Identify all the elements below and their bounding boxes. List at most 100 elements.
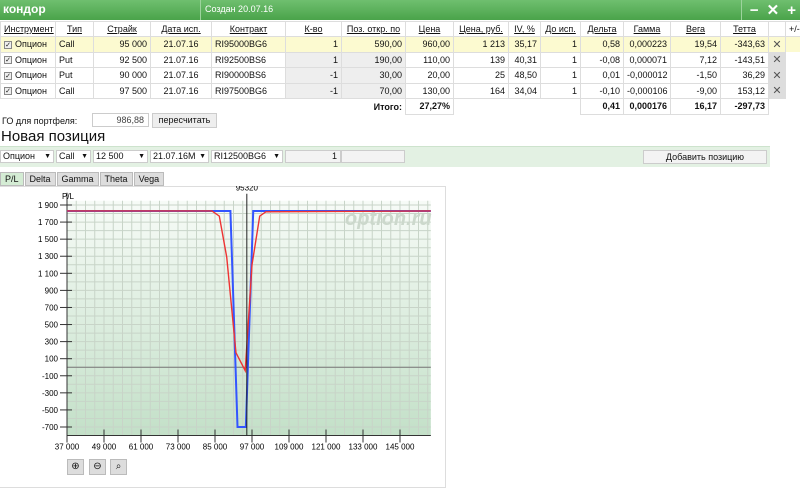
tab-delta[interactable]: Delta <box>24 172 56 186</box>
recalculate-button[interactable]: пересчитать <box>152 113 217 128</box>
add-position-button[interactable]: Добавить позицию <box>643 150 767 164</box>
quantity-input[interactable]: 1 <box>285 150 341 163</box>
date-value: 21.07.16 <box>163 54 199 65</box>
total-label: Итого: <box>373 101 402 112</box>
cell-delta: 0,01 <box>580 67 624 84</box>
cell-price_rub: 139 <box>453 51 509 68</box>
column-header[interactable]: Вега <box>670 21 721 37</box>
remove-row-icon[interactable]: ✕ <box>768 51 786 68</box>
cell-qty[interactable]: -1 <box>285 82 342 99</box>
open-value: 590,00 <box>374 39 402 50</box>
gamma-value: -0,000106 <box>627 85 668 96</box>
go-label: ГО для портфеля: <box>2 116 78 126</box>
x-tick-label: 37 000 <box>55 443 80 452</box>
column-header[interactable]: Цена <box>405 21 454 37</box>
tab-pl[interactable]: P/L <box>0 172 24 186</box>
table-row[interactable]: ✓ Опцион Call 95 000 21.07.16 RI95000BG6 1 590,… <box>0 36 800 53</box>
cell-type: Call <box>55 36 94 53</box>
type-value: Call <box>59 85 75 96</box>
cell-iv: 48,50 <box>508 67 541 84</box>
y-tick-label: -500 <box>42 406 59 415</box>
cell-qty[interactable]: -1 <box>285 67 342 84</box>
spacer <box>286 99 342 115</box>
column-header[interactable]: Поз. откр. по <box>341 21 406 37</box>
row-checkbox[interactable]: ✓ <box>4 40 12 49</box>
remove-row-icon[interactable]: ✕ <box>768 82 786 99</box>
column-header[interactable]: Дельта <box>580 21 624 37</box>
column-header[interactable]: Инструмент <box>0 21 56 37</box>
cell-days: 1 <box>540 82 581 99</box>
gamma-value: -0,000012 <box>627 70 668 81</box>
strike-select[interactable]: 12 500 ▼ <box>93 150 148 163</box>
title-bar: кондор Создан 20.07.16 − ✕ + <box>0 0 800 20</box>
spacer <box>509 99 541 115</box>
spacer <box>151 99 212 115</box>
y-tick-label: 700 <box>45 303 59 312</box>
cell-vega: -9,00 <box>670 82 721 99</box>
minimize-icon[interactable]: − <box>750 2 759 19</box>
cell-qty[interactable]: 1 <box>285 51 342 68</box>
remove-row-icon[interactable]: ✕ <box>768 67 786 84</box>
x-tick-label: 73 000 <box>166 443 191 452</box>
x-tick-label: 97 000 <box>240 443 265 452</box>
close-icon[interactable]: ✕ <box>767 1 780 19</box>
x-tick-label: 85 000 <box>203 443 228 452</box>
cell-instrument: ✓ Опцион <box>0 82 56 99</box>
cell-date: 21.07.16 <box>150 82 212 99</box>
contract-select[interactable]: RI12500BG6 ▼ <box>211 150 283 163</box>
row-checkbox[interactable]: ✓ <box>4 56 12 65</box>
cell-days: 1 <box>540 67 581 84</box>
cell-type: Put <box>55 51 94 68</box>
column-header[interactable]: Страйк <box>93 21 151 37</box>
cell-contract: RI97500BG6 <box>211 82 286 99</box>
y-tick-label: 1 900 <box>38 201 59 210</box>
cell-open[interactable]: 30,00 <box>341 67 406 84</box>
column-header[interactable]: +/- <box>785 21 800 37</box>
cell-iv: 34,04 <box>508 82 541 99</box>
column-header[interactable]: До исп. <box>540 21 581 37</box>
column-header[interactable]: К-во <box>285 21 342 37</box>
date-value: 21.07.16 <box>163 39 199 50</box>
cell-contract: RI90000BS6 <box>211 67 286 84</box>
cell-price: 960,00 <box>405 36 454 53</box>
cell-open[interactable]: 70,00 <box>341 82 406 99</box>
tab-vega[interactable]: Vega <box>133 172 165 186</box>
tab-gamma[interactable]: Gamma <box>56 172 99 186</box>
zoom-out-icon[interactable]: ⊖ <box>89 459 106 475</box>
theta-value: 153,12 <box>737 85 765 96</box>
cell-type: Call <box>55 82 94 99</box>
vega-value: -9,00 <box>696 85 717 96</box>
zoom-fit-icon[interactable]: ⌕ <box>110 459 127 475</box>
cell-iv: 40,31 <box>508 51 541 68</box>
column-header[interactable]: Цена, руб. <box>453 21 509 37</box>
cell-qty[interactable]: 1 <box>285 36 342 53</box>
days-value: 1 <box>571 85 577 96</box>
remove-row-icon[interactable]: ✕ <box>768 36 786 53</box>
column-header[interactable]: IV, % <box>508 21 541 37</box>
table-row[interactable]: ✓ Опцион Call 97 500 21.07.16 RI97500BG6 -1 70,… <box>0 82 800 99</box>
y-tick-label: 900 <box>45 286 59 295</box>
row-checkbox[interactable]: ✓ <box>4 87 12 96</box>
price-input[interactable] <box>341 150 405 163</box>
column-header[interactable]: Дата исп. <box>150 21 212 37</box>
column-header[interactable]: Тип <box>55 21 94 37</box>
cell-iv: 35,17 <box>508 36 541 53</box>
column-header[interactable]: Контракт <box>211 21 286 37</box>
table-row[interactable]: ✓ Опцион Put 90 000 21.07.16 RI90000BS6 -1 30,0… <box>0 67 800 84</box>
table-row[interactable]: ✓ Опцион Put 92 500 21.07.16 RI92500BS6 1 190,0… <box>0 51 800 68</box>
x-tick-label: 49 000 <box>92 443 117 452</box>
total-price: 27,27% <box>405 98 454 115</box>
column-header[interactable]: Тетта <box>720 21 769 37</box>
row-checkbox[interactable]: ✓ <box>4 71 12 80</box>
add-icon[interactable]: + <box>787 2 796 19</box>
zoom-in-icon[interactable]: ⊕ <box>67 459 84 475</box>
column-header[interactable]: Гамма <box>623 21 671 37</box>
qty-value: -1 <box>329 70 338 81</box>
type-select[interactable]: Call ▼ <box>56 150 91 163</box>
x-tick-label: 109 000 <box>275 443 304 452</box>
cell-open[interactable]: 190,00 <box>341 51 406 68</box>
cell-open[interactable]: 590,00 <box>341 36 406 53</box>
tab-theta[interactable]: Theta <box>99 172 133 186</box>
date-select[interactable]: 21.07.16M ▼ <box>150 150 209 163</box>
instrument-select[interactable]: Опцион ▼ <box>0 150 54 163</box>
